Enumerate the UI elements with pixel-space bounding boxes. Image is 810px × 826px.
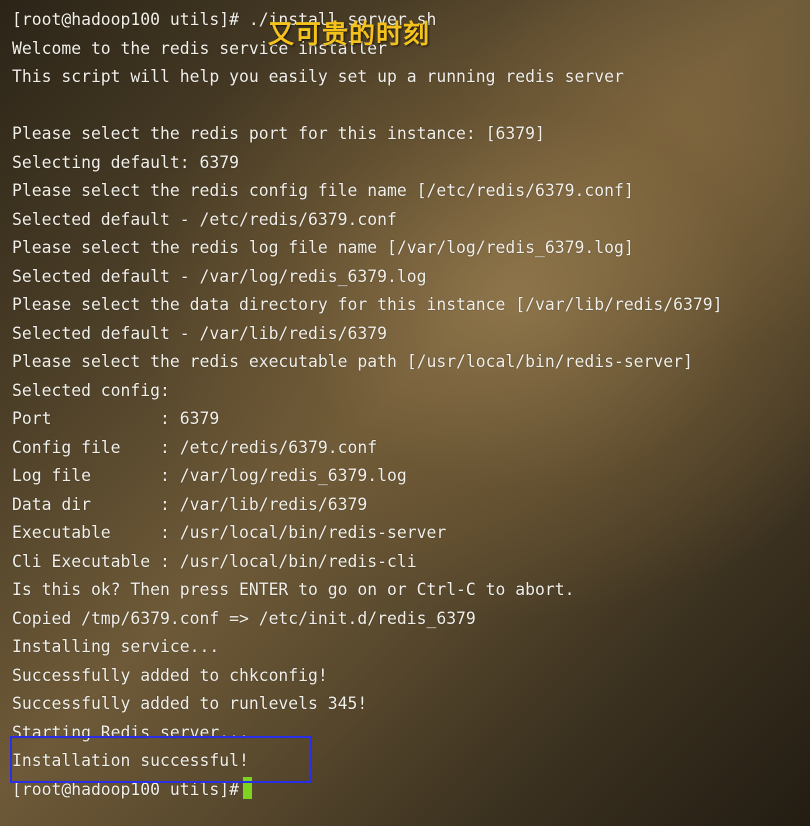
terminal-line: Selecting default: 6379 xyxy=(12,152,239,172)
terminal-line: Executable : /usr/local/bin/redis-server xyxy=(12,523,447,542)
terminal-line: Please select the redis executable path … xyxy=(12,352,693,371)
terminal-line: Copied /tmp/6379.conf => /etc/init.d/red… xyxy=(12,608,476,628)
terminal-line: Successfully added to chkconfig! xyxy=(12,665,328,685)
terminal-line: Please select the redis port for this in… xyxy=(12,124,545,143)
terminal-line: Selected default - /var/log/redis_6379.l… xyxy=(12,266,427,286)
terminal-line: Selected default - /etc/redis/6379.conf xyxy=(12,209,397,229)
terminal-line: Selected default - /var/lib/redis/6379 xyxy=(12,323,387,343)
terminal-line: Successfully added to runlevels 345! xyxy=(12,694,368,713)
terminal-line: Is this ok? Then press ENTER to go on or… xyxy=(12,580,575,599)
terminal-line: Please select the redis config file name… xyxy=(12,181,634,200)
terminal-line: Cli Executable : /usr/local/bin/redis-cl… xyxy=(12,551,417,571)
watermark-text: 又可贵的时刻 xyxy=(268,20,431,50)
terminal-line: Log file : /var/log/redis_6379.log xyxy=(12,466,407,485)
terminal-line: Please select the redis log file name [/… xyxy=(12,238,634,257)
terminal-line: This script will help you easily set up … xyxy=(12,67,624,86)
terminal-line: Please select the data directory for thi… xyxy=(12,295,723,314)
terminal-line: Config file : /etc/redis/6379.conf xyxy=(12,437,378,457)
terminal-line: Installing service... xyxy=(12,637,220,656)
terminal-line: Port : 6379 xyxy=(12,409,220,428)
highlight-box xyxy=(10,736,312,783)
terminal-line: Selected config: xyxy=(12,380,170,400)
terminal-output[interactable]: [root@hadoop100 utils]# ./install_server… xyxy=(12,6,808,822)
terminal-line: Data dir : /var/lib/redis/6379 xyxy=(12,494,368,514)
